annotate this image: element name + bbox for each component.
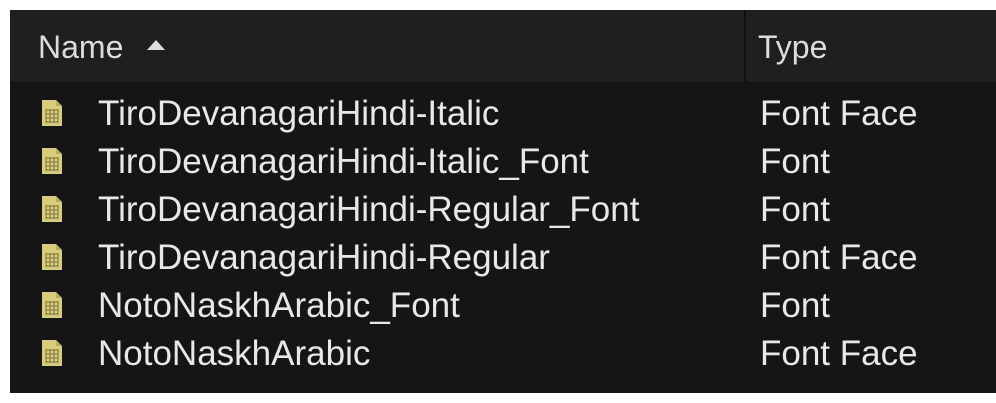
table-row[interactable]: NotoNaskhArabic_Font Font	[10, 282, 996, 330]
column-header-bar: Name Type	[10, 10, 996, 83]
asset-type: Font Face	[760, 334, 918, 373]
asset-name: TiroDevanagariHindi-Regular	[98, 238, 550, 277]
font-file-icon	[41, 339, 63, 367]
table-row[interactable]: TiroDevanagariHindi-Regular_Font Font	[10, 186, 996, 234]
asset-type: Font Face	[760, 238, 918, 277]
asset-list-panel: Name Type TiroDevanagariHindi-Italic Font…	[10, 10, 996, 393]
font-file-icon	[41, 147, 63, 175]
asset-name: TiroDevanagariHindi-Italic_Font	[98, 142, 589, 181]
asset-type: Font	[760, 190, 831, 229]
table-row[interactable]: TiroDevanagariHindi-Italic Font Face	[10, 90, 996, 138]
asset-rows: TiroDevanagariHindi-Italic Font Face TiroD…	[10, 90, 996, 378]
font-file-icon	[41, 195, 63, 223]
font-file-icon	[41, 243, 63, 271]
asset-name: TiroDevanagariHindi-Regular_Font	[98, 190, 640, 229]
asset-type: Font	[760, 286, 831, 325]
asset-name: NotoNaskhArabic_Font	[98, 286, 460, 325]
sort-ascending-icon	[147, 40, 165, 50]
name-column-header[interactable]: Name	[10, 10, 744, 82]
font-file-icon	[41, 291, 63, 319]
type-column-header[interactable]: Type	[746, 10, 996, 82]
table-row[interactable]: TiroDevanagariHindi-Regular Font Face	[10, 234, 996, 282]
asset-name: TiroDevanagariHindi-Italic	[98, 94, 500, 133]
font-file-icon	[41, 99, 63, 127]
asset-type: Font	[760, 142, 831, 181]
type-column-label: Type	[758, 29, 828, 65]
name-column-label: Name	[38, 29, 124, 65]
table-row[interactable]: TiroDevanagariHindi-Italic_Font Font	[10, 138, 996, 186]
asset-type: Font Face	[760, 94, 918, 133]
table-row[interactable]: NotoNaskhArabic Font Face	[10, 330, 996, 378]
asset-name: NotoNaskhArabic	[98, 334, 371, 373]
